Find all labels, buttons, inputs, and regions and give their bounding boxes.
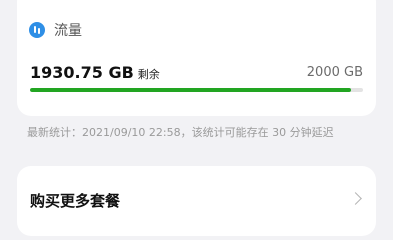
traffic-title: 流量 [54,23,82,39]
remaining-usage: 1930.75 GB 剩余 [30,63,160,82]
remaining-value: 1930.75 GB [30,63,134,82]
chevron-right-icon [349,192,362,205]
usage-progress-fill [30,88,352,92]
buy-more-plans-button[interactable]: 购买更多套餐 [17,166,376,236]
stats-update-note: 最新统计：2021/09/10 22:58，该统计可能存在 30 分钟延迟 [27,126,334,139]
total-allowance: 2000 GB [306,65,363,80]
remaining-label: 剩余 [137,68,160,81]
traffic-icon [29,22,45,38]
traffic-card-header: 流量 [29,21,82,39]
usage-row: 1930.75 GB 剩余 2000 GB [30,60,363,82]
traffic-card: 流量 1930.75 GB 剩余 2000 GB [17,0,376,116]
usage-progress-bar [30,88,363,92]
buy-more-plans-label: 购买更多套餐 [30,192,121,210]
